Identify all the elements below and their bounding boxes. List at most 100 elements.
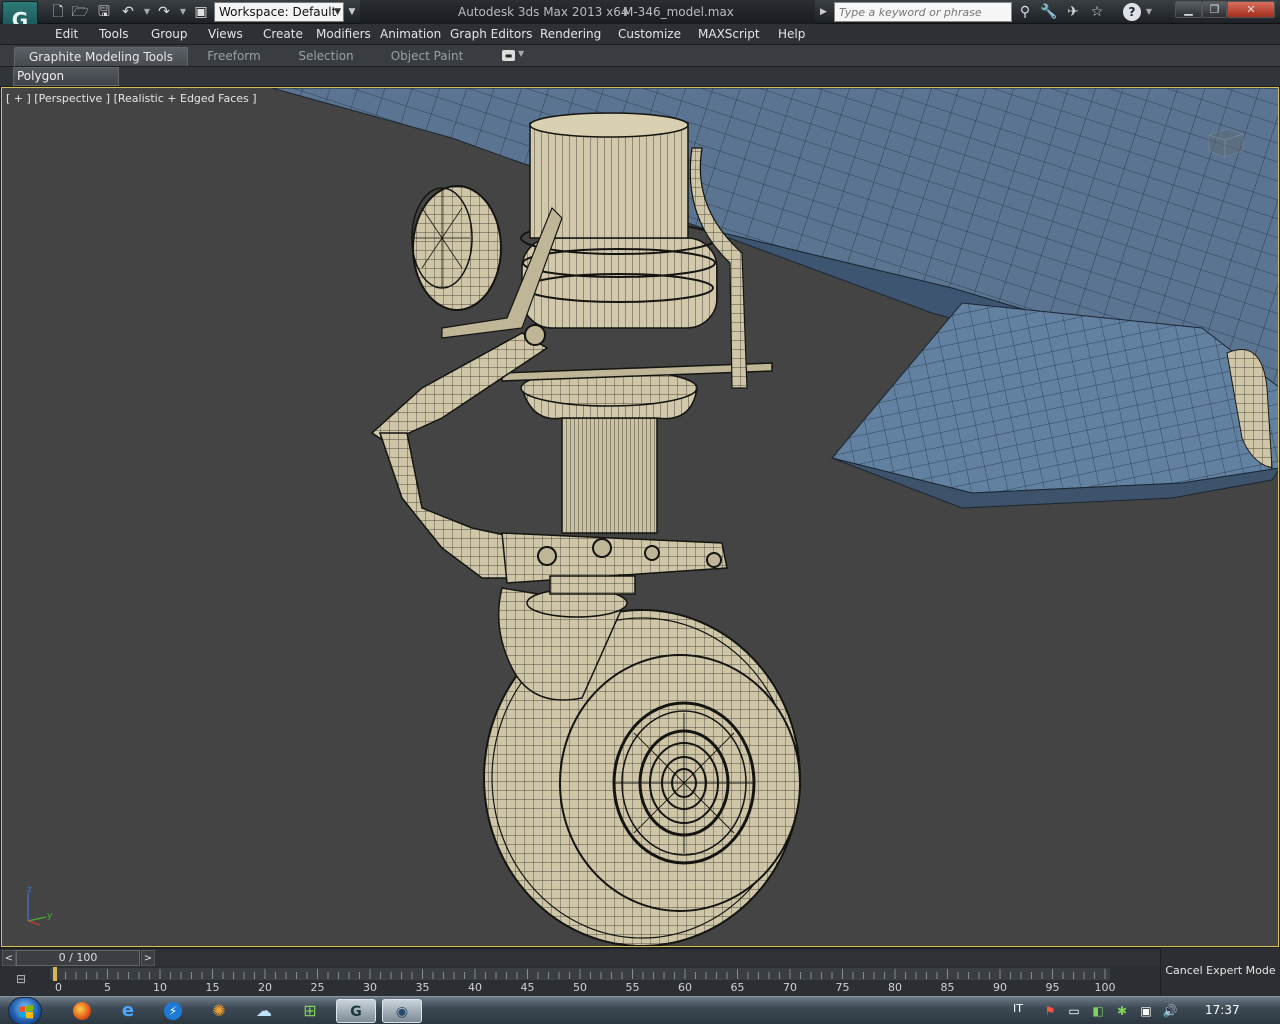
volume-icon[interactable]: 🔊 [1162, 1003, 1178, 1019]
undo-dropdown-icon[interactable]: ▼ [142, 3, 152, 21]
save-icon[interactable]: 🖫 [94, 3, 114, 21]
language-indicator[interactable]: IT [1013, 1002, 1023, 1015]
tab-freeform[interactable]: Freeform [198, 47, 270, 66]
timeline-tick-label: 80 [888, 981, 902, 994]
title-bar: 🗋 🗁 🖫 ↶ ▼ ↷ ▼ ▣ Workspace: Default ▼ ▼ A… [0, 0, 1280, 24]
tab-object-paint[interactable]: Object Paint [384, 47, 470, 66]
menu-views[interactable]: Views [208, 27, 243, 42]
wifi-icon[interactable]: ✱ [1114, 1003, 1130, 1019]
axis-y-label: y [47, 911, 53, 921]
timeline-tick-label: 0 [55, 981, 62, 994]
timeline-tick-label: 5 [104, 981, 111, 994]
workspace-dropdown[interactable]: Workspace: Default ▼ [214, 2, 344, 22]
current-frame-marker[interactable] [53, 967, 57, 981]
pictures-icon[interactable]: ◉ [382, 999, 422, 1023]
weather-icon[interactable]: ☁ [244, 999, 284, 1023]
perspective-viewport[interactable]: [ + ] [Perspective ] [Realistic + Edged … [1, 87, 1279, 947]
workspace-options-icon[interactable]: ▼ [346, 3, 358, 21]
action-center-icon[interactable]: ⚑ [1042, 1003, 1058, 1019]
display-icon[interactable]: ▣ [1138, 1003, 1154, 1019]
windows-logo-icon [19, 1005, 33, 1019]
redo-dropdown-icon[interactable]: ▼ [178, 3, 188, 21]
menu-graph-editors[interactable]: Graph Editors [450, 27, 532, 42]
workspace-value: Workspace: Default [219, 5, 337, 19]
ribbon-panel-bar: Polygon Modeling [0, 67, 1280, 100]
help-dropdown-icon[interactable]: ▼ [1144, 3, 1154, 21]
help-icon[interactable]: ? [1123, 3, 1141, 21]
tool-icon[interactable]: ✺ [199, 999, 239, 1023]
timeline-tick-label: 20 [258, 981, 272, 994]
menu-bar: Edit Tools Group Views Create Modifiers … [0, 24, 1280, 45]
viewport-label[interactable]: [ + ] [Perspective ] [Realistic + Edged … [6, 92, 257, 105]
menu-maxscript[interactable]: MAXScript [698, 27, 760, 42]
redo-icon[interactable]: ↷ [154, 3, 174, 21]
open-file-icon[interactable]: 🗁 [70, 3, 90, 21]
thunderbolt-icon[interactable]: ⚡ [153, 999, 193, 1023]
timeline-tick-label: 95 [1046, 981, 1060, 994]
app-name: Autodesk 3ds Max 2013 x64 [458, 5, 629, 19]
menu-customize[interactable]: Customize [618, 27, 681, 42]
menu-modifiers[interactable]: Modifiers [316, 27, 371, 42]
binoculars-icon[interactable]: ⚲ [1014, 2, 1036, 22]
timeline-tick-label: 30 [363, 981, 377, 994]
restore-button[interactable]: ❐ [1202, 1, 1227, 18]
close-button[interactable]: ✕ [1227, 1, 1275, 18]
timeline-tick-label: 100 [1095, 981, 1116, 994]
ribbon-tab-bar: Graphite Modeling Tools Freeform Selecti… [0, 45, 1280, 67]
ribbon-options-dropdown-icon[interactable]: ▼ [518, 49, 524, 58]
menu-help[interactable]: Help [778, 27, 805, 42]
tab-selection[interactable]: Selection [290, 47, 362, 66]
ribbon-minimize-icon[interactable]: ▬ [502, 50, 515, 61]
timeline-tick-label: 60 [678, 981, 692, 994]
track-bar[interactable]: ⊟ 0 5 10 15 20 25 30 35 40 45 50 55 60 65 70 75 80 85 90 95… [0, 966, 1160, 996]
menu-create[interactable]: Create [263, 27, 303, 42]
menu-rendering[interactable]: Rendering [540, 27, 601, 42]
start-button[interactable] [8, 997, 42, 1024]
axis-z-label: z [27, 885, 32, 895]
spreadsheet-icon[interactable]: ⊞ [290, 999, 330, 1023]
timeline-tick-label: 50 [573, 981, 587, 994]
timeline-ruler[interactable]: 0 5 10 15 20 25 30 35 40 45 50 55 60 65 70 75 80 85 90 95 10… [0, 966, 1160, 996]
landing-gear-wireframe-model[interactable] [2, 88, 1279, 947]
chevron-down-icon: ▼ [334, 7, 341, 17]
network-drive-icon[interactable]: ▭ [1066, 1003, 1082, 1019]
minimize-button[interactable]: ▁ [1175, 1, 1202, 18]
cancel-expert-mode-button[interactable]: Cancel Expert Mode [1160, 948, 1280, 996]
timeline-tick-label: 90 [993, 981, 1007, 994]
viewcube-icon[interactable] [1205, 125, 1245, 159]
time-slider[interactable]: 0 / 100 [16, 950, 140, 966]
new-file-icon[interactable]: 🗋 [48, 3, 68, 21]
menu-tools[interactable]: Tools [99, 27, 129, 42]
timeline-tick-label: 85 [941, 981, 955, 994]
timeline-tick-label: 40 [468, 981, 482, 994]
3dsmax-icon[interactable]: G [336, 999, 376, 1023]
timeline-tick-label: 35 [416, 981, 430, 994]
search-expand-icon[interactable]: ▶ [820, 3, 832, 21]
tools-icon[interactable]: 🔧 [1038, 2, 1060, 22]
time-prev-button[interactable]: < [2, 950, 16, 966]
clock[interactable]: 17:37 [1205, 1003, 1240, 1017]
project-folder-icon[interactable]: ▣ [191, 3, 211, 21]
search-input[interactable] [834, 2, 1012, 22]
time-slider-bar: < 0 / 100 > [0, 948, 1160, 966]
timeline-tick-label: 10 [153, 981, 167, 994]
nvidia-icon[interactable]: ◧ [1090, 1003, 1106, 1019]
window-title: Autodesk 3ds Max 2013 x64 M-346_model.ma… [360, 0, 815, 24]
axis-tripod-icon: z y [27, 885, 53, 926]
favorites-star-icon[interactable]: ☆ [1086, 2, 1108, 22]
timeline-tick-label: 15 [206, 981, 220, 994]
tab-graphite-modeling-tools[interactable]: Graphite Modeling Tools [14, 47, 188, 66]
internet-explorer-icon[interactable]: e [108, 999, 148, 1023]
undo-icon[interactable]: ↶ [118, 3, 138, 21]
firefox-icon[interactable] [62, 999, 102, 1023]
time-next-button[interactable]: > [141, 950, 155, 966]
menu-edit[interactable]: Edit [55, 27, 78, 42]
timeline-tick-label: 70 [783, 981, 797, 994]
timeline-tick-label: 75 [836, 981, 850, 994]
menu-animation[interactable]: Animation [380, 27, 441, 42]
satellite-icon[interactable]: ✈ [1062, 2, 1084, 22]
timeline-tick-label: 65 [731, 981, 745, 994]
polygon-modeling-panel[interactable]: Polygon Modeling [13, 67, 119, 100]
menu-group[interactable]: Group [151, 27, 188, 42]
timeline-tick-label: 25 [311, 981, 325, 994]
